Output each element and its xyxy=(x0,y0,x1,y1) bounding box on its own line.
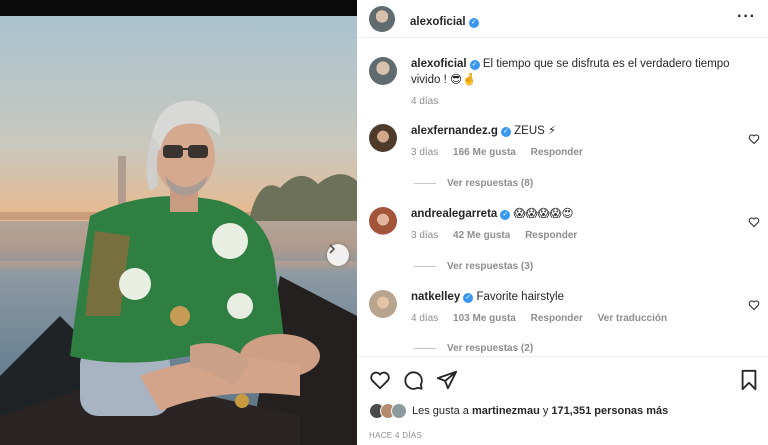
bookmark-icon[interactable] xyxy=(738,369,760,391)
comment-time: 4 días xyxy=(411,313,439,324)
reply-button[interactable]: Responder xyxy=(531,313,583,324)
commenter-avatar[interactable] xyxy=(369,290,397,318)
likes-count[interactable]: 171,351 personas más xyxy=(551,405,668,417)
comment-time: 3 días xyxy=(411,230,439,241)
divider xyxy=(357,356,768,357)
commenter-username[interactable]: alexfernandez.g xyxy=(411,125,498,137)
comment-text: ZEUS ⚡ xyxy=(514,125,557,137)
post-image[interactable] xyxy=(0,16,357,445)
verified-icon: ✓ xyxy=(468,18,479,28)
comment-icon[interactable] xyxy=(402,369,424,391)
verified-icon: ✓ xyxy=(463,293,474,303)
view-replies-button[interactable]: Ver respuestas (8) xyxy=(414,178,533,189)
reply-button[interactable]: Responder xyxy=(531,147,583,158)
comment: andrealegarreta ✓ 😱😱😱😱😍 3 días 42 Me gust… xyxy=(357,206,768,246)
comment: natkelley ✓ Favorite hairstyle 4 días 103… xyxy=(357,289,768,329)
heart-icon[interactable] xyxy=(748,216,760,228)
author-avatar[interactable] xyxy=(369,6,395,32)
heart-icon[interactable] xyxy=(748,133,760,145)
comment-likes[interactable]: 103 Me gusta xyxy=(453,313,516,324)
translate-button[interactable]: Ver traducción xyxy=(598,313,667,324)
heart-icon[interactable] xyxy=(369,369,391,391)
more-options-icon[interactable]: ··· xyxy=(737,8,756,26)
author-avatar-caption[interactable] xyxy=(369,57,397,85)
post-panel: alexoficial ✓ ··· alexoficial ✓ El tiempo … xyxy=(357,0,768,445)
likes-prefix: Les gusta a xyxy=(412,405,469,417)
verified-icon: ✓ xyxy=(500,210,511,220)
comment: alexfernandez.g ✓ ZEUS ⚡ 3 días 166 Me gu… xyxy=(357,123,768,163)
caption-username[interactable]: alexoficial xyxy=(411,58,467,70)
commenter-username[interactable]: andrealegarreta xyxy=(411,208,497,220)
verified-icon: ✓ xyxy=(500,127,511,137)
heart-icon[interactable] xyxy=(748,299,760,311)
comment-text: Favorite hairstyle xyxy=(476,291,564,303)
likes-connector: y xyxy=(542,405,549,417)
caption-time: 4 días xyxy=(411,96,439,107)
comment-likes[interactable]: 42 Me gusta xyxy=(453,230,510,241)
liker-avatar[interactable] xyxy=(391,403,407,419)
liker-username[interactable]: martinezmau xyxy=(472,405,540,417)
caption: alexoficial ✓ El tiempo que se disfruta e… xyxy=(357,56,768,107)
view-replies-button[interactable]: Ver respuestas (2) xyxy=(414,343,533,354)
post-image-illustration xyxy=(0,100,357,445)
comment-likes[interactable]: 166 Me gusta xyxy=(453,147,516,158)
commenter-avatar[interactable] xyxy=(369,207,397,235)
post-time: HACE 4 DÍAS xyxy=(369,431,423,440)
share-icon[interactable] xyxy=(436,369,458,391)
verified-icon: ✓ xyxy=(469,60,480,70)
view-replies-button[interactable]: Ver respuestas (3) xyxy=(414,261,533,272)
author-username[interactable]: alexoficial xyxy=(410,16,466,28)
commenter-avatar[interactable] xyxy=(369,124,397,152)
likes-summary: Les gusta a martinezmau y 171,351 person… xyxy=(369,402,668,420)
commenter-username[interactable]: natkelley xyxy=(411,291,460,303)
reply-button[interactable]: Responder xyxy=(525,230,577,241)
comment-time: 3 días xyxy=(411,147,439,158)
next-arrow-icon[interactable] xyxy=(327,244,349,266)
post-header: alexoficial ✓ ··· xyxy=(357,0,768,38)
comment-text: 😱😱😱😱😍 xyxy=(513,208,574,220)
